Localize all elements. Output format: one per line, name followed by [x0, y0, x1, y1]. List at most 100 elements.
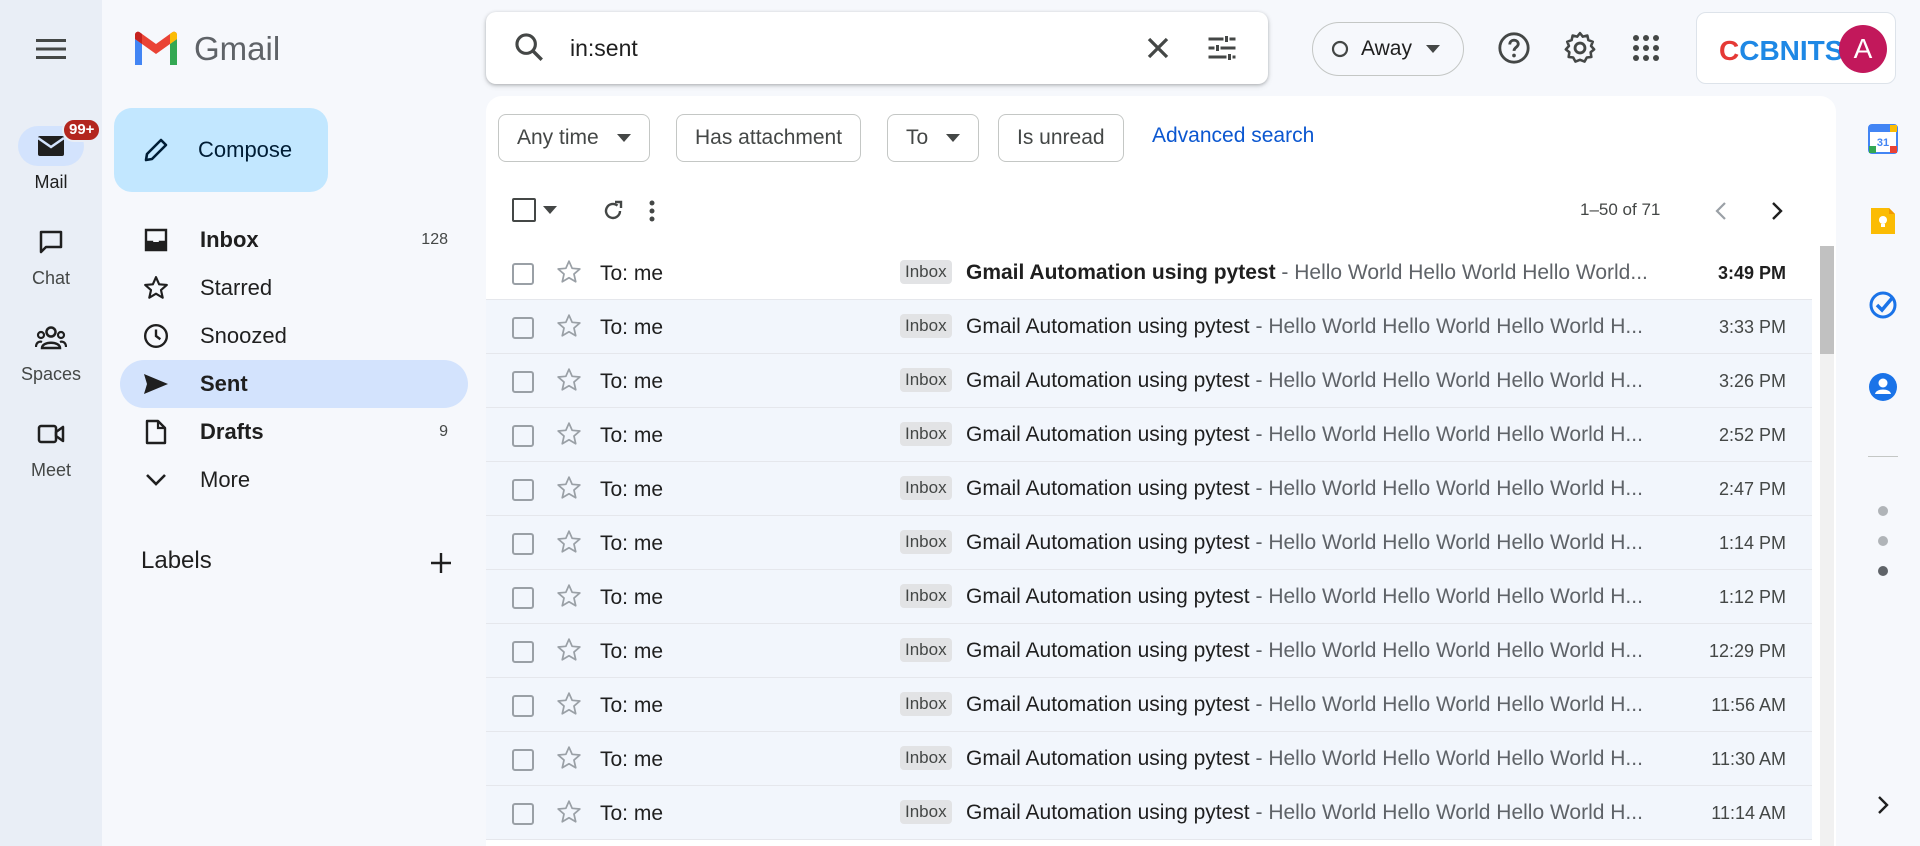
star-icon[interactable] [556, 475, 582, 506]
email-label-tag[interactable]: Inbox [900, 746, 952, 770]
email-label-tag[interactable]: Inbox [900, 368, 952, 392]
nav-item-sent[interactable]: Sent [120, 360, 468, 408]
tasks-icon[interactable] [1864, 286, 1902, 324]
email-row[interactable]: To: me Inbox Gmail Automation using pytest… [486, 732, 1812, 786]
rail-item-chat[interactable]: Chat [0, 222, 102, 289]
keep-icon[interactable] [1864, 202, 1902, 240]
filter-any-time[interactable]: Any time [498, 114, 650, 162]
star-icon[interactable] [556, 745, 582, 776]
email-label-tag[interactable]: Inbox [900, 692, 952, 716]
email-row[interactable]: To: me Inbox Gmail Automation using pytest… [486, 462, 1812, 516]
email-label-tag[interactable]: Inbox [900, 800, 952, 824]
row-checkbox[interactable] [512, 371, 534, 393]
star-icon[interactable] [556, 583, 582, 614]
row-checkbox[interactable] [512, 587, 534, 609]
row-checkbox[interactable] [512, 317, 534, 339]
star-icon[interactable] [556, 799, 582, 830]
star-icon[interactable] [556, 529, 582, 560]
email-label-tag[interactable]: Inbox [900, 638, 952, 662]
email-row[interactable]: To: me Inbox Gmail Automation using pytest… [486, 246, 1812, 300]
apps-grid-icon[interactable] [1626, 28, 1666, 68]
filter-to[interactable]: To [887, 114, 980, 162]
mail-list-panel: Any time Has attachment To Is unread Adv… [486, 96, 1836, 846]
email-label-tag[interactable]: Inbox [900, 422, 952, 446]
nav-item-inbox[interactable]: Inbox 128 [120, 216, 468, 264]
row-checkbox[interactable] [512, 263, 534, 285]
row-checkbox[interactable] [512, 695, 534, 717]
email-row[interactable]: To: me Inbox Gmail Automation using pytest… [486, 678, 1812, 732]
add-label-icon[interactable] [424, 546, 458, 580]
nav-item-more[interactable]: More [120, 456, 468, 504]
email-subject: Gmail Automation using pytest [966, 315, 1250, 338]
email-time: 2:47 PM [1718, 479, 1786, 499]
advanced-search-link[interactable]: Advanced search [1152, 124, 1314, 148]
select-options-caret-icon[interactable] [540, 200, 560, 220]
nav-item-snoozed[interactable]: Snoozed [120, 312, 468, 360]
close-icon[interactable] [1140, 30, 1176, 71]
email-subject: Gmail Automation using pytest [966, 369, 1250, 392]
email-time: 1:14 PM [1718, 533, 1786, 553]
compose-button[interactable]: Compose [114, 108, 328, 192]
scrollbar[interactable] [1820, 246, 1834, 846]
email-row[interactable]: To: me Inbox Gmail Automation using pytest… [486, 300, 1812, 354]
email-subject-line: Gmail Automation using pytest - Hello Wo… [966, 639, 1643, 663]
inbox-icon [142, 226, 170, 254]
chevron-right-icon[interactable] [1762, 196, 1792, 226]
add-on-dot[interactable] [1878, 566, 1888, 576]
email-row[interactable]: To: me Inbox Gmail Automation using pytest… [486, 624, 1812, 678]
rail-item-mail[interactable]: 99+ Mail [0, 118, 102, 193]
email-label-tag[interactable]: Inbox [900, 314, 952, 338]
email-row[interactable]: To: me Inbox Gmail Automation using pytest… [486, 570, 1812, 624]
contacts-icon[interactable] [1864, 368, 1902, 406]
rail-item-spaces[interactable]: Spaces [0, 318, 102, 385]
row-checkbox[interactable] [512, 749, 534, 771]
row-checkbox[interactable] [512, 425, 534, 447]
refresh-icon[interactable] [598, 196, 628, 226]
star-icon[interactable] [556, 637, 582, 668]
scrollbar-thumb[interactable] [1820, 246, 1834, 354]
add-on-dot[interactable] [1878, 506, 1888, 516]
email-row[interactable]: To: me Inbox Gmail Automation using pytest… [486, 354, 1812, 408]
gear-icon[interactable] [1560, 28, 1600, 68]
row-checkbox[interactable] [512, 479, 534, 501]
gmail-logo[interactable]: Gmail [132, 30, 280, 68]
search-options-icon[interactable] [1204, 30, 1240, 71]
calendar-icon[interactable]: 31 [1864, 120, 1902, 158]
avatar[interactable]: A [1839, 25, 1887, 73]
email-row[interactable]: To: me Inbox Gmail Automation using pytest… [486, 516, 1812, 570]
nav-item-starred[interactable]: Starred [120, 264, 468, 312]
email-label-tag[interactable]: Inbox [900, 530, 952, 554]
search-input[interactable] [570, 30, 1090, 66]
row-checkbox[interactable] [512, 533, 534, 555]
star-icon[interactable] [556, 313, 582, 344]
search-icon[interactable] [512, 30, 546, 69]
filter-has-attachment[interactable]: Has attachment [676, 114, 862, 162]
account-area[interactable]: CCBNITS A [1696, 12, 1896, 84]
caret-down-icon [616, 134, 631, 142]
filter-is-unread[interactable]: Is unread [998, 114, 1124, 162]
chevron-left-icon[interactable] [1706, 196, 1736, 226]
expand-panel-chevron-icon[interactable] [1864, 786, 1902, 824]
status-selector[interactable]: Away [1312, 22, 1464, 76]
compose-label: Compose [198, 137, 293, 162]
email-label-tag[interactable]: Inbox [900, 476, 952, 500]
main-menu-icon[interactable] [26, 29, 76, 69]
add-on-dot[interactable] [1878, 536, 1888, 546]
rail-item-meet[interactable]: Meet [0, 414, 102, 481]
email-subject-line: Gmail Automation using pytest - Hello Wo… [966, 369, 1643, 393]
row-checkbox[interactable] [512, 803, 534, 825]
star-icon[interactable] [556, 259, 582, 290]
star-icon[interactable] [556, 691, 582, 722]
row-checkbox[interactable] [512, 641, 534, 663]
nav-item-drafts[interactable]: Drafts 9 [120, 408, 468, 456]
email-row[interactable]: To: me Inbox Gmail Automation using pytest… [486, 786, 1812, 840]
email-row[interactable]: To: me Inbox Gmail Automation using pytest… [486, 408, 1812, 462]
help-icon[interactable] [1494, 28, 1534, 68]
select-all-checkbox[interactable] [510, 196, 538, 224]
pagination-range: 1–50 of 71 [1580, 200, 1661, 219]
email-label-tag[interactable]: Inbox [900, 260, 952, 284]
star-icon[interactable] [556, 421, 582, 452]
star-icon[interactable] [556, 367, 582, 398]
more-vert-icon[interactable] [649, 196, 1170, 226]
email-label-tag[interactable]: Inbox [900, 584, 952, 608]
